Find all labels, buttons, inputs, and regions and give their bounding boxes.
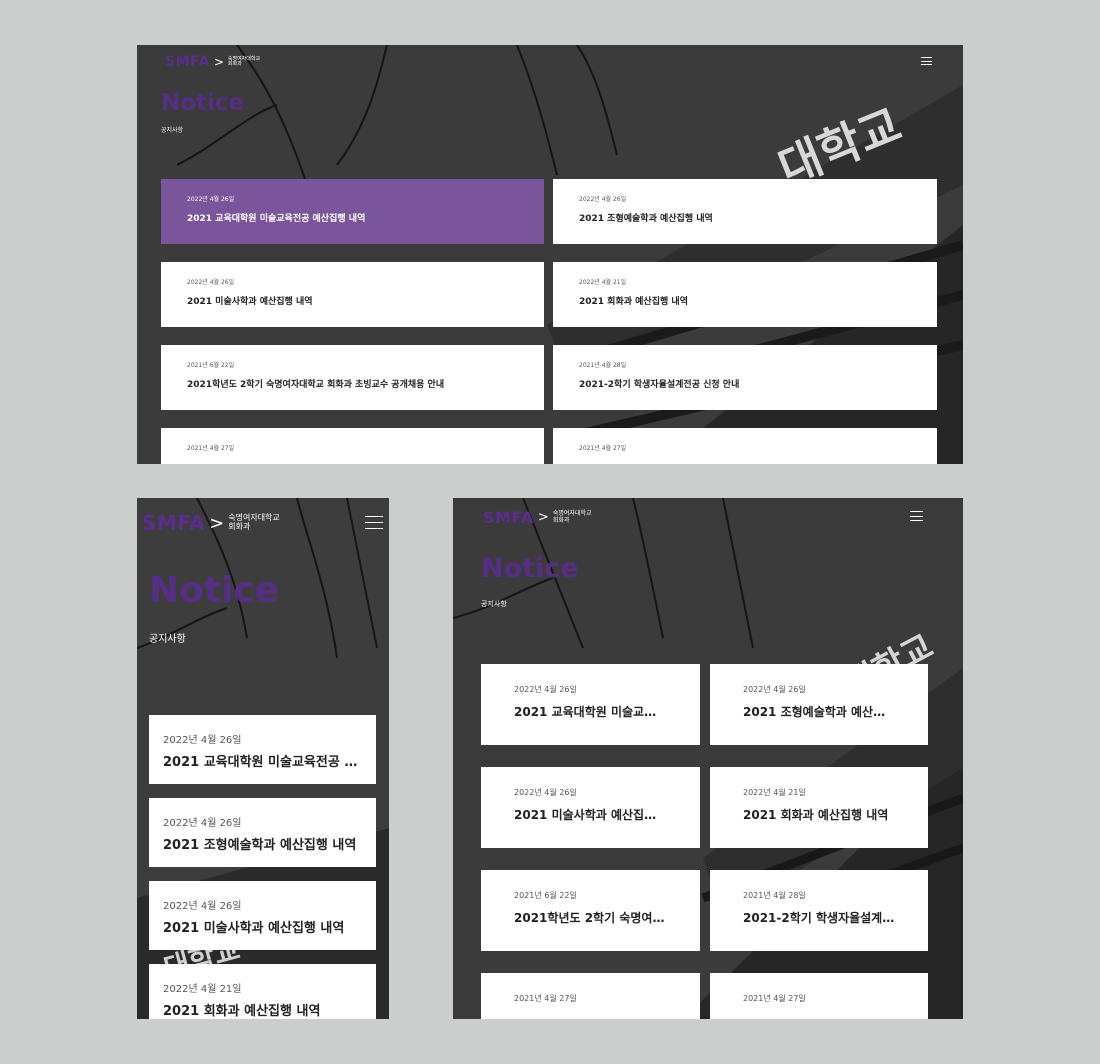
logo-university: 숙명여자대학교 (228, 513, 280, 523)
notice-date: 2022년 4월 26일 (163, 901, 242, 912)
page-title: Notice (149, 570, 280, 611)
notice-date: 2021년 4월 28일 (743, 891, 806, 900)
notice-card[interactable]: 2022년 4월 21일 2021 회화과 예산집행 내역 (149, 964, 376, 1019)
notice-date: 2022년 4월 26일 (579, 196, 627, 203)
page-title: Notice (161, 90, 245, 116)
notice-title: 2021 미술사학과 예산집행 내역 (187, 297, 313, 307)
notice-card[interactable]: 2021년 4월 27일 (710, 973, 928, 1019)
notice-date: 2022년 4월 21일 (743, 788, 806, 797)
notice-title: 2021 미술사학과 예산집행 내역 (163, 921, 345, 936)
page-subtitle: 공지사항 (161, 127, 184, 134)
notice-card[interactable]: 2021년 6월 22일 2021학년도 2학기 숙명여자대학교 회화과 초빙교… (481, 870, 700, 951)
notice-title: 2021 교육대학원 미술교육전공 예산집행 내역 (514, 705, 667, 719)
notice-date: 2022년 4월 26일 (514, 788, 577, 797)
logo-mark: SMFA (165, 54, 210, 70)
notice-title: 2021-2학기 학생자율설계전공 신청 안내 (579, 380, 740, 390)
logo-department-name: 회화과 (552, 516, 570, 524)
notice-card[interactable]: 2022년 4월 26일 2021 교육대학원 미술교육전공 예산집행 내역 (481, 664, 700, 745)
notice-card[interactable]: 2022년 4월 26일 2021 미술사학과 예산집행 내역 (481, 767, 700, 848)
notice-title: 2021 조형예술학과 예산집행 내역 (743, 705, 895, 719)
notice-date: 2021년 6월 22일 (187, 362, 235, 369)
page-subtitle: 공지사항 (149, 634, 186, 645)
notice-title: 2021-2학기 학생자율설계전공 신청 안내 (743, 911, 895, 925)
notice-date: 2022년 4월 26일 (163, 818, 242, 829)
notice-card[interactable]: 2022년 4월 26일 2021 교육대학원 미술교육전공 예산집행 내역 (161, 179, 544, 244)
notice-card[interactable]: 2022년 4월 26일 2021 미술사학과 예산집행 내역 (161, 262, 544, 327)
hamburger-icon[interactable] (365, 516, 383, 529)
chevron-right-icon: > (213, 55, 224, 69)
page-title: Notice (481, 553, 579, 584)
notice-card[interactable]: 2021년 6월 22일 2021학년도 2학기 숙명여자대학교 회화과 초빙교… (161, 345, 544, 410)
tablet-frame: 대학교 SMFA > 숙명여자대학교 회화과 Notice 공지사항 2022년… (453, 498, 963, 1019)
desktop-frame: 대학교 SMFA > 숙명여자대학교 회화과 Notice 공지사항 2022년… (137, 45, 963, 464)
chevron-right-icon: > (537, 510, 549, 525)
notice-date: 2022년 4월 26일 (187, 196, 235, 203)
notice-card[interactable]: 2022년 4월 21일 2021 회화과 예산집행 내역 (710, 767, 928, 848)
notice-title: 2021 회화과 예산집행 내역 (579, 297, 688, 307)
notice-date: 2021년 4월 27일 (743, 994, 806, 1003)
notice-date: 2021년 4월 27일 (514, 994, 577, 1003)
notice-card[interactable]: 2022년 4월 26일 2021 조형예술학과 예산집행 내역 (149, 798, 376, 867)
logo-department-name: 회화과 (227, 61, 242, 67)
notice-date: 2022년 4월 26일 (187, 279, 235, 286)
notice-date: 2022년 4월 26일 (163, 735, 242, 746)
site-logo[interactable]: SMFA > 숙명여자대학교 회화과 (142, 511, 280, 535)
notice-date: 2022년 4월 21일 (579, 279, 627, 286)
logo-department-name: 회화과 (228, 522, 251, 531)
logo-department: 숙명여자대학교 회화과 (552, 510, 592, 524)
logo-mark: SMFA (483, 508, 534, 527)
notice-title: 2021 조형예술학과 예산집행 내역 (579, 214, 713, 224)
notice-card[interactable]: 2021년 4월 27일 (161, 428, 544, 464)
logo-mark: SMFA (142, 511, 206, 535)
mobile-frame: 대학교 SMFA > 숙명여자대학교 회화과 Notice 공지사항 2022년… (137, 498, 389, 1019)
logo-department: 숙명여자대학교 회화과 (227, 56, 260, 68)
notice-title: 2021 교육대학원 미술교육전공 예산집행 내역 (163, 755, 362, 770)
notice-card[interactable]: 2022년 4월 21일 2021 회화과 예산집행 내역 (553, 262, 937, 327)
site-logo[interactable]: SMFA > 숙명여자대학교 회화과 (483, 508, 591, 527)
notice-title: 2021 교육대학원 미술교육전공 예산집행 내역 (187, 214, 366, 224)
hamburger-icon[interactable] (910, 511, 923, 521)
notice-title: 2021 미술사학과 예산집행 내역 (514, 808, 667, 822)
notice-title: 2021학년도 2학기 숙명여자대학교 회화과 초빙교수 공개채용 안내 (187, 380, 445, 390)
notice-card[interactable]: 2021년 4월 28일 2021-2학기 학생자율설계전공 신청 안내 (710, 870, 928, 951)
notice-title: 2021 회화과 예산집행 내역 (743, 808, 889, 822)
notice-date: 2021년 4월 27일 (187, 445, 235, 452)
notice-date: 2021년 4월 28일 (579, 362, 627, 369)
notice-card[interactable]: 2021년 4월 28일 2021-2학기 학생자율설계전공 신청 안내 (553, 345, 937, 410)
notice-card[interactable]: 2021년 4월 27일 (553, 428, 937, 464)
logo-department: 숙명여자대학교 회화과 (228, 513, 280, 532)
chevron-right-icon: > (209, 512, 225, 534)
notice-card[interactable]: 2022년 4월 26일 2021 미술사학과 예산집행 내역 (149, 881, 376, 950)
page-subtitle: 공지사항 (481, 600, 507, 608)
notice-date: 2022년 4월 26일 (743, 685, 806, 694)
notice-card[interactable]: 2022년 4월 26일 2021 조형예술학과 예산집행 내역 (553, 179, 937, 244)
notice-date: 2022년 4월 26일 (514, 685, 577, 694)
notice-date: 2022년 4월 21일 (163, 984, 242, 995)
hamburger-icon[interactable] (921, 57, 932, 65)
notice-date: 2021년 4월 27일 (579, 445, 627, 452)
site-logo[interactable]: SMFA > 숙명여자대학교 회화과 (165, 54, 260, 70)
notice-title: 2021 회화과 예산집행 내역 (163, 1004, 321, 1019)
notice-title: 2021학년도 2학기 숙명여자대학교 회화과 초빙교수 공개채용 안내 (514, 911, 667, 925)
notice-title: 2021 조형예술학과 예산집행 내역 (163, 838, 357, 853)
notice-card[interactable]: 2021년 4월 27일 (481, 973, 700, 1019)
notice-card[interactable]: 2022년 4월 26일 2021 교육대학원 미술교육전공 예산집행 내역 (149, 715, 376, 784)
notice-card[interactable]: 2022년 4월 26일 2021 조형예술학과 예산집행 내역 (710, 664, 928, 745)
notice-date: 2021년 6월 22일 (514, 891, 577, 900)
